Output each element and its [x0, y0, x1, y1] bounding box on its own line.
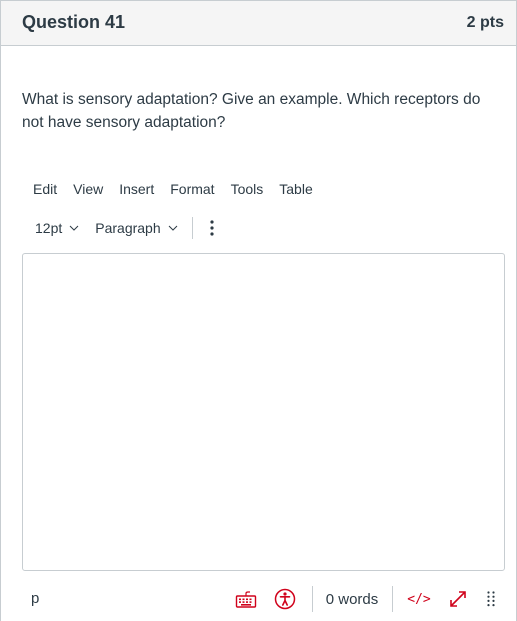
question-title: Question 41 [22, 12, 126, 32]
accessibility-icon [274, 588, 296, 610]
element-path[interactable]: p [31, 590, 39, 607]
chevron-down-icon [69, 225, 79, 231]
keyboard-shortcuts-button[interactable] [233, 587, 259, 611]
word-count-button[interactable]: 0 words [322, 587, 382, 611]
block-format-value: Paragraph [95, 220, 161, 236]
toolbar-divider [191, 217, 193, 239]
editor-toolbar: 12pt Paragraph [27, 216, 221, 240]
block-format-select[interactable]: Paragraph [87, 216, 185, 240]
question-text: What is sensory adaptation? Give an exam… [22, 91, 481, 131]
fullscreen-button[interactable] [445, 587, 471, 611]
html-editor-toggle[interactable]: </> [404, 587, 434, 611]
rich-text-editor[interactable] [22, 253, 505, 571]
font-size-value: 12pt [35, 220, 63, 236]
more-vertical-icon [210, 220, 214, 236]
question-card: Question 41 2 pts What is sensory adapta… [0, 0, 517, 621]
menu-edit[interactable]: Edit [25, 180, 65, 198]
question-header: Question 41 2 pts [1, 0, 516, 46]
resize-handle[interactable] [483, 587, 499, 611]
menu-format[interactable]: Format [162, 180, 222, 198]
keyboard-icon [235, 591, 257, 608]
menu-view[interactable]: View [65, 180, 111, 198]
font-size-select[interactable]: 12pt [27, 216, 87, 240]
fullscreen-icon [450, 591, 466, 607]
statusbar-divider [312, 586, 313, 612]
question-points: 2 pts [466, 14, 504, 31]
menu-tools[interactable]: Tools [223, 180, 272, 198]
word-count: 0 words [325, 590, 379, 608]
more-options-button[interactable] [203, 216, 221, 240]
editor-menubar: Edit View Insert Format Tools Table [25, 180, 321, 198]
editor-statusbar: p 0 words </> [22, 583, 505, 615]
resize-handle-icon [487, 591, 495, 607]
chevron-down-icon [168, 225, 177, 231]
menu-insert[interactable]: Insert [111, 180, 162, 198]
statusbar-divider [392, 586, 393, 612]
accessibility-checker-button[interactable] [272, 587, 298, 611]
menu-table[interactable]: Table [271, 180, 320, 198]
